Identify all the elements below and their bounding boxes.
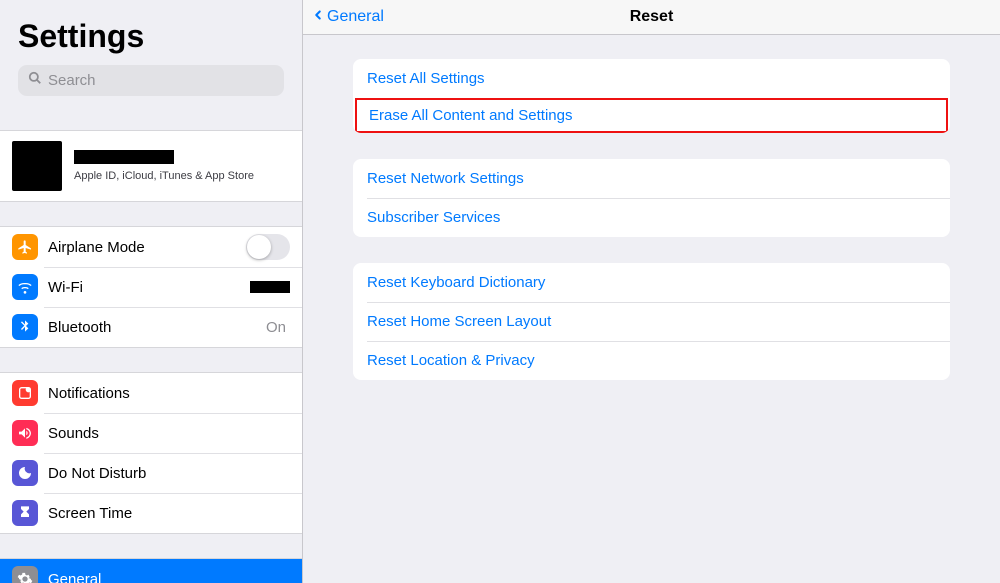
bluetooth-value: On (266, 319, 286, 336)
sidebar-header: Settings (0, 0, 302, 106)
sidebar-item-label: Wi-Fi (48, 279, 250, 296)
sidebar-item-label: General (48, 571, 290, 583)
sidebar-item-screentime[interactable]: Screen Time (0, 493, 302, 533)
reset-group-3: Reset Keyboard Dictionary Reset Home Scr… (353, 263, 950, 380)
search-icon (28, 71, 42, 90)
moon-icon (12, 460, 38, 486)
reset-group-1: Reset All Settings Erase All Content and… (353, 59, 950, 133)
reset-group-2: Reset Network Settings Subscriber Servic… (353, 159, 950, 237)
sidebar-item-label: Airplane Mode (48, 239, 246, 256)
sidebar-item-notifications[interactable]: Notifications (0, 373, 302, 413)
chevron-left-icon (311, 6, 325, 29)
reset-keyboard-dictionary[interactable]: Reset Keyboard Dictionary (353, 263, 950, 302)
gear-icon (12, 566, 38, 583)
alerts-section: Notifications Sounds Do Not Disturb Scre… (0, 372, 302, 534)
nav-title: Reset (630, 8, 674, 26)
search-field[interactable] (18, 65, 284, 96)
search-input[interactable] (48, 72, 274, 89)
subscriber-services[interactable]: Subscriber Services (353, 198, 950, 237)
sidebar-item-bluetooth[interactable]: Bluetooth On (0, 307, 302, 347)
general-section: General (0, 558, 302, 583)
sidebar: Settings Apple ID, iCloud, iTunes & App … (0, 0, 303, 583)
account-section: Apple ID, iCloud, iTunes & App Store (0, 130, 302, 202)
sounds-icon (12, 420, 38, 446)
network-section: Airplane Mode Wi-Fi Bluetooth On (0, 226, 302, 348)
airplane-icon (12, 234, 38, 260)
reset-network-settings[interactable]: Reset Network Settings (353, 159, 950, 198)
reset-all-settings[interactable]: Reset All Settings (353, 59, 950, 98)
airplane-toggle[interactable] (246, 234, 290, 260)
nav-bar: General Reset (303, 0, 1000, 35)
back-button[interactable]: General (311, 6, 384, 29)
account-texts: Apple ID, iCloud, iTunes & App Store (74, 150, 254, 182)
sidebar-item-airplane[interactable]: Airplane Mode (0, 227, 302, 267)
page-title: Settings (18, 18, 284, 55)
sidebar-item-general[interactable]: General (0, 559, 302, 583)
wifi-value-redacted (250, 281, 290, 293)
reset-home-screen-layout[interactable]: Reset Home Screen Layout (353, 302, 950, 341)
wifi-icon (12, 274, 38, 300)
sidebar-item-label: Bluetooth (48, 319, 266, 336)
sidebar-item-wifi[interactable]: Wi-Fi (0, 267, 302, 307)
account-name-redacted (74, 150, 174, 164)
sidebar-item-label: Sounds (48, 425, 290, 442)
sidebar-item-sounds[interactable]: Sounds (0, 413, 302, 453)
apple-id-row[interactable]: Apple ID, iCloud, iTunes & App Store (0, 131, 302, 201)
bluetooth-icon (12, 314, 38, 340)
notifications-icon (12, 380, 38, 406)
detail-pane: General Reset Reset All Settings Erase A… (303, 0, 1000, 583)
erase-all-content[interactable]: Erase All Content and Settings (355, 98, 948, 133)
sidebar-item-dnd[interactable]: Do Not Disturb (0, 453, 302, 493)
account-subtitle: Apple ID, iCloud, iTunes & App Store (74, 170, 254, 182)
reset-location-privacy[interactable]: Reset Location & Privacy (353, 341, 950, 380)
sidebar-item-label: Notifications (48, 385, 290, 402)
avatar (12, 141, 62, 191)
sidebar-item-label: Do Not Disturb (48, 465, 290, 482)
sidebar-item-label: Screen Time (48, 505, 290, 522)
back-label: General (327, 8, 384, 26)
detail-content: Reset All Settings Erase All Content and… (303, 35, 1000, 430)
hourglass-icon (12, 500, 38, 526)
